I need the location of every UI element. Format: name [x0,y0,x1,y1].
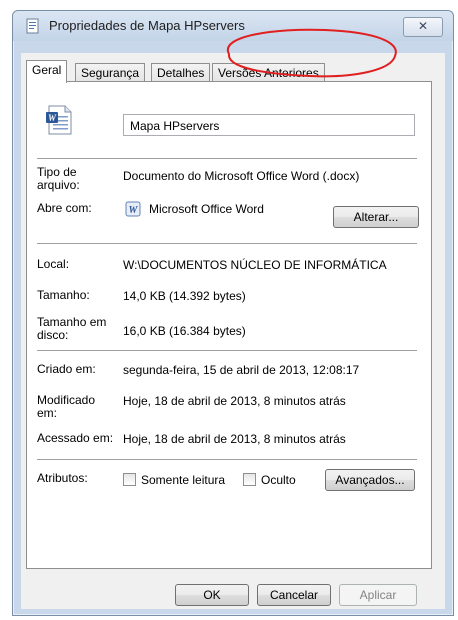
size-label: Tamanho: [37,288,90,302]
close-button[interactable]: ✕ [403,17,443,37]
size-on-disk-value: 16,0 KB (16.384 bytes) [123,324,246,338]
divider [37,243,417,245]
modified-value: Hoje, 18 de abril de 2013, 8 minutos atr… [123,394,346,408]
apply-button[interactable]: Aplicar [339,584,417,606]
location-label: Local: [37,257,70,271]
attributes-label: Atributos: [37,471,88,485]
window-title: Propriedades de Mapa HPservers [49,18,245,33]
type-value: Documento do Microsoft Office Word (.doc… [123,169,360,183]
opens-with-label: Abre com: [37,201,92,215]
created-label: Criado em: [37,362,96,376]
opens-with-value: Microsoft Office Word [149,202,264,216]
accessed-value: Hoje, 18 de abril de 2013, 8 minutos atr… [123,432,346,446]
tab-details[interactable]: Detalhes [151,63,211,82]
advanced-button[interactable]: Avançados... [325,469,415,491]
document-icon [25,18,41,34]
readonly-checkbox[interactable] [123,473,136,486]
dialog-client: Geral Segurança Detalhes Versões Anterio… [21,53,445,609]
cancel-button[interactable]: Cancelar [257,584,331,606]
svg-text:W: W [48,113,57,123]
file-name-input[interactable]: Mapa HPservers [123,114,415,136]
readonly-label[interactable]: Somente leitura [141,473,225,487]
created-value: segunda-feira, 15 de abril de 2013, 12:0… [123,363,360,377]
tab-security[interactable]: Segurança [75,63,146,82]
title-bar[interactable]: Propriedades de Mapa HPservers ✕ [13,11,453,41]
tab-previous-versions[interactable]: Versões Anteriores [212,63,325,82]
hidden-checkbox[interactable] [243,473,256,486]
word-app-icon: W [125,201,141,217]
type-label: Tipo de arquivo: [37,165,80,192]
location-value: W:\DOCUMENTOS NÚCLEO DE INFORMÁTICA [123,258,387,272]
accessed-label: Acessado em: [37,431,114,445]
close-icon: ✕ [417,19,429,33]
ok-button[interactable]: OK [175,584,249,606]
tab-general[interactable]: Geral [26,60,68,83]
word-document-icon: W [43,104,75,136]
divider [37,459,417,461]
svg-text:W: W [129,205,139,216]
change-button[interactable]: Alterar... [333,206,419,228]
modified-label: Modificado em: [37,393,96,420]
properties-dialog: Propriedades de Mapa HPservers ✕ Geral S… [12,10,454,616]
general-tab-panel: W Mapa HPservers Tipo de arquivo: Docume… [26,81,432,569]
size-on-disk-label: Tamanho em disco: [37,315,107,342]
hidden-label[interactable]: Oculto [261,473,296,487]
divider [37,350,417,352]
size-value: 14,0 KB (14.392 bytes) [123,289,246,303]
divider [37,158,417,160]
tab-strip: Geral Segurança Detalhes Versões Anterio… [26,60,446,83]
